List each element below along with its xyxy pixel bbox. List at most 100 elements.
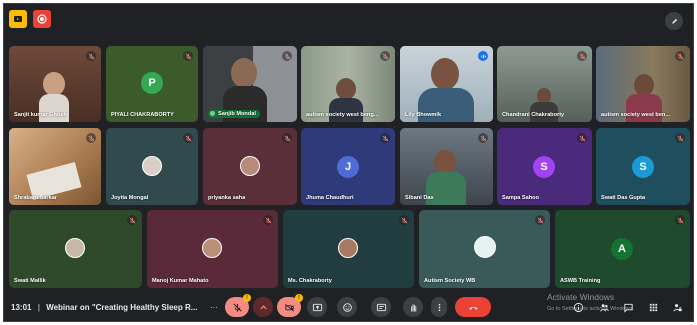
- participant-tile[interactable]: J Jhuma Chaudhuri: [301, 128, 395, 205]
- meeting-title: Webinar on "Creating Healthy Sleep R...: [46, 303, 198, 312]
- chevron-up-icon: [259, 304, 267, 309]
- participant-tile[interactable]: Sanjib Mondal: [203, 46, 297, 122]
- participant-name: Jhuma Chaudhuri: [306, 195, 354, 201]
- emoji-button[interactable]: [337, 297, 357, 317]
- participant-name: Chandrani Chakraborty: [502, 112, 565, 118]
- mic-off-icon: [380, 51, 390, 61]
- participant-name: Autism Society WB: [424, 278, 476, 284]
- activities-grid-button[interactable]: [647, 301, 659, 313]
- participant-photo: [338, 238, 358, 258]
- pin-indicator: [210, 111, 215, 116]
- participant-name: priyanka saha: [208, 195, 246, 201]
- participant-video: [434, 150, 456, 174]
- participant-name: ASWB Training: [560, 278, 601, 284]
- participant-tile[interactable]: S Swati Das Gupta: [596, 128, 690, 205]
- participant-name: Shrabani Sarkar: [14, 195, 57, 201]
- more-vert-icon: [438, 303, 440, 311]
- participant-tile[interactable]: priyanka saha: [203, 128, 297, 205]
- participant-video: [431, 58, 459, 90]
- participant-name: Manoj Kumar Mahato: [152, 278, 209, 284]
- participant-tile[interactable]: P PIYALI CHAKRABORTY: [106, 46, 198, 122]
- participant-tile[interactable]: S Sampa Sahoo: [497, 128, 592, 205]
- mic-off-icon: [577, 51, 587, 61]
- end-call-icon: [468, 306, 478, 310]
- mic-warning-badge: !: [243, 294, 251, 302]
- mic-off-icon: [577, 133, 587, 143]
- participant-photo: [202, 238, 222, 258]
- participant-name: Sanjit kumar Ghosh: [14, 112, 67, 118]
- leave-call-button[interactable]: [455, 297, 491, 317]
- participant-tile[interactable]: Ms. Chakraborty: [283, 210, 414, 288]
- participant-tile[interactable]: Swati Mallik: [9, 210, 142, 288]
- participant-name: Swati Mallik: [14, 278, 46, 284]
- participant-video: [43, 72, 65, 96]
- more-dots-label: ···: [210, 302, 218, 312]
- camera-off-icon: [284, 303, 294, 312]
- meet-window: Sanjit kumar Ghosh P PIYALI CHAKRABORTY …: [3, 3, 694, 322]
- participant-tile[interactable]: Autism Society WB: [419, 210, 550, 288]
- activities-button[interactable]: [9, 10, 27, 28]
- speaking-indicator-icon: [478, 51, 488, 61]
- activate-windows-title: Activate Windows: [547, 292, 615, 302]
- meeting-info: 13:01 | Webinar on "Creating Healthy Sle…: [11, 303, 197, 312]
- mic-off-icon: [282, 51, 292, 61]
- mic-off-icon: [183, 51, 193, 61]
- participant-name: Ms. Chakraborty: [288, 278, 332, 284]
- mic-toggle-button[interactable]: !: [225, 294, 251, 317]
- hand-icon: [410, 303, 416, 312]
- participant-avatar: S: [632, 156, 654, 178]
- captions-button[interactable]: [307, 297, 327, 317]
- participant-tile[interactable]: Sanjit kumar Ghosh: [9, 46, 101, 122]
- participant-tile[interactable]: autism society west beng...: [301, 46, 395, 122]
- participant-name: PIYALI CHAKRABORTY: [111, 112, 174, 118]
- participant-name: Lily Bhowmik: [405, 112, 442, 118]
- participant-tile[interactable]: Joyita Mongal: [106, 128, 198, 205]
- participant-tile[interactable]: autism society west ben...: [596, 46, 690, 122]
- raise-hand-button[interactable]: [403, 297, 423, 317]
- captions-cc-button[interactable]: [371, 297, 391, 317]
- mic-off-icon: [675, 133, 685, 143]
- more-options-left-button[interactable]: ···: [204, 297, 224, 317]
- participant-tile[interactable]: Shrabani Sarkar: [9, 128, 101, 205]
- mic-options-button[interactable]: [253, 297, 273, 317]
- mic-off-icon: [675, 51, 685, 61]
- edit-layout-button[interactable]: [665, 12, 683, 30]
- emoji-icon: [342, 302, 352, 312]
- participant-video: [336, 78, 356, 100]
- participant-photo: [474, 236, 496, 258]
- host-controls-button[interactable]: [671, 301, 683, 313]
- participant-tile[interactable]: Manoj Kumar Mahato: [147, 210, 278, 288]
- participant-photo: [240, 156, 260, 176]
- mic-off-icon: [263, 215, 273, 225]
- participant-avatar: A: [611, 238, 633, 260]
- participant-avatar: J: [337, 156, 359, 178]
- present-screen-icon: [312, 303, 322, 311]
- participant-tile[interactable]: A ASWB Training: [555, 210, 690, 288]
- meeting-time: 13:01: [11, 303, 32, 312]
- participant-avatar: S: [533, 156, 555, 178]
- record-icon: [37, 14, 47, 24]
- mic-off-icon: [232, 302, 242, 312]
- participant-name: Joyita Mongal: [111, 195, 149, 201]
- mic-off-icon: [399, 215, 409, 225]
- activate-windows-subtitle: Go to Settings to activate Windows.: [547, 306, 634, 312]
- mic-off-icon: [675, 215, 685, 225]
- more-options-button[interactable]: [431, 297, 447, 317]
- participant-tile[interactable]: Chandrani Chakraborty: [497, 46, 592, 122]
- camera-toggle-button[interactable]: !: [277, 294, 303, 317]
- mic-off-icon: [282, 133, 292, 143]
- camera-warning-badge: !: [295, 294, 303, 302]
- bottom-toolbar: 13:01 | Webinar on "Creating Healthy Sle…: [4, 292, 693, 321]
- mic-off-icon: [535, 215, 545, 225]
- participant-name: Sanjib Mondal: [208, 110, 260, 118]
- mic-off-icon: [127, 215, 137, 225]
- record-button[interactable]: [33, 10, 51, 28]
- participant-name: Swati Das Gupta: [601, 195, 646, 201]
- participant-name: autism society west beng...: [306, 112, 379, 118]
- participant-tile[interactable]: Sibani Das: [400, 128, 493, 205]
- mic-off-icon: [86, 51, 96, 61]
- participant-video: [231, 58, 257, 88]
- participant-avatar: P: [141, 72, 163, 94]
- participant-tile-speaking[interactable]: Lily Bhowmik: [400, 46, 493, 122]
- participant-name: autism society west ben...: [601, 112, 671, 118]
